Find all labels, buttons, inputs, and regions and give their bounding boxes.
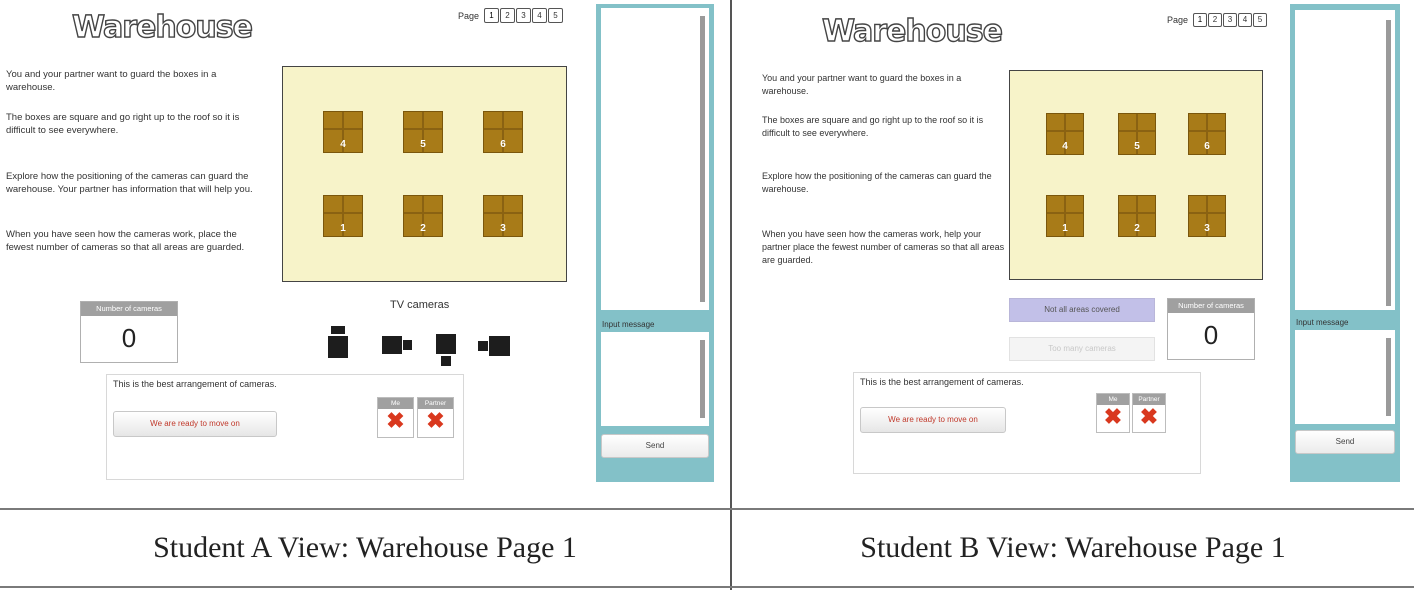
page-5-button[interactable]: 5 bbox=[1253, 13, 1268, 27]
page-navigator: Page 1 2 3 4 5 bbox=[1167, 13, 1268, 27]
send-button[interactable]: Send bbox=[601, 434, 709, 458]
best-arrangement-panel: This is the best arrangement of cameras.… bbox=[106, 374, 464, 480]
vote-me: Me ✖ bbox=[1096, 393, 1130, 433]
page-4-button[interactable]: 4 bbox=[1238, 13, 1253, 27]
box-4: 4 bbox=[1046, 113, 1084, 155]
chat-history-scrollbar[interactable] bbox=[1386, 20, 1391, 306]
message-input[interactable] bbox=[601, 332, 709, 426]
camera-counter-label: Number of cameras bbox=[1168, 299, 1254, 313]
instruction-paragraph: The boxes are square and go right up to … bbox=[6, 112, 240, 136]
box-5: 5 bbox=[403, 111, 443, 153]
cross-icon: ✖ bbox=[1103, 404, 1123, 429]
instruction-paragraph: Explore how the positioning of the camer… bbox=[6, 171, 253, 195]
input-message-label: Input message bbox=[602, 320, 655, 329]
page-2-button[interactable]: 2 bbox=[1208, 13, 1223, 27]
instruction-paragraph: You and your partner want to guard the b… bbox=[762, 73, 962, 96]
app-title: Warehouse bbox=[821, 13, 1003, 49]
best-arrangement-text: This is the best arrangement of cameras. bbox=[860, 377, 1024, 387]
chat-history-scrollbar[interactable] bbox=[700, 16, 705, 302]
vote-partner: Partner ✖ bbox=[1132, 393, 1166, 433]
page-1-button[interactable]: 1 bbox=[484, 8, 500, 23]
page-4-button[interactable]: 4 bbox=[532, 8, 548, 23]
page-2-button[interactable]: 2 bbox=[500, 8, 516, 23]
box-6: 6 bbox=[483, 111, 523, 153]
instruction-paragraph: When you have seen how the cameras work,… bbox=[6, 229, 245, 253]
camera-counter-value: 0 bbox=[121, 323, 137, 353]
box-2: 2 bbox=[403, 195, 443, 237]
box-2: 2 bbox=[1118, 195, 1156, 237]
student-b-view: Warehouse Page 1 2 3 4 5 You and your pa… bbox=[733, 0, 1414, 508]
vote-me: Me ✖ bbox=[377, 397, 414, 438]
input-message-label: Input message bbox=[1296, 318, 1349, 327]
box-6: 6 bbox=[1188, 113, 1226, 155]
page-label: Page bbox=[1167, 15, 1189, 25]
camera-counter: Number of cameras 0 bbox=[80, 301, 178, 363]
ready-to-move-on-button[interactable]: We are ready to move on bbox=[113, 411, 277, 437]
camera-icon[interactable] bbox=[436, 334, 456, 366]
warehouse-floor: 4 5 6 1 2 3 bbox=[1009, 70, 1263, 280]
chat-panel: Input message Send bbox=[1290, 4, 1400, 482]
bottom-border bbox=[0, 586, 1414, 588]
message-input-scrollbar[interactable] bbox=[1386, 338, 1391, 416]
chat-panel: Input message Send bbox=[596, 4, 714, 482]
box-4: 4 bbox=[323, 111, 363, 153]
best-arrangement-text: This is the best arrangement of cameras. bbox=[113, 379, 277, 389]
chat-history bbox=[601, 8, 709, 310]
box-3: 3 bbox=[1188, 195, 1226, 237]
camera-counter-value: 0 bbox=[1203, 320, 1219, 350]
caption-divider bbox=[0, 508, 1414, 510]
coverage-status-button[interactable]: Not all areas covered bbox=[1009, 298, 1155, 322]
page-navigator: Page 1 2 3 4 5 bbox=[458, 8, 564, 23]
camera-icon[interactable] bbox=[382, 336, 412, 354]
cross-icon: ✖ bbox=[426, 408, 445, 433]
vote-partner: Partner ✖ bbox=[417, 397, 454, 438]
warehouse-floor[interactable]: 4 5 6 1 2 3 bbox=[282, 66, 567, 282]
student-a-view: Warehouse Page 1 2 3 4 5 You and your pa… bbox=[0, 0, 730, 508]
camera-icon[interactable] bbox=[328, 326, 348, 358]
tv-cameras-label: TV cameras bbox=[390, 299, 450, 311]
page-3-button[interactable]: 3 bbox=[1223, 13, 1238, 27]
box-1: 1 bbox=[323, 195, 363, 237]
box-3: 3 bbox=[483, 195, 523, 237]
cross-icon: ✖ bbox=[386, 408, 405, 433]
caption-student-a: Student A View: Warehouse Page 1 bbox=[153, 531, 577, 564]
page-1-button[interactable]: 1 bbox=[1193, 13, 1208, 27]
cross-icon: ✖ bbox=[1139, 404, 1159, 429]
message-input[interactable] bbox=[1295, 330, 1395, 424]
panel-divider bbox=[730, 0, 732, 590]
camera-counter: Number of cameras 0 bbox=[1167, 298, 1255, 360]
ready-to-move-on-button[interactable]: We are ready to move on bbox=[860, 407, 1006, 433]
box-1: 1 bbox=[1046, 195, 1084, 237]
caption-student-b: Student B View: Warehouse Page 1 bbox=[860, 531, 1286, 564]
app-title: Warehouse bbox=[71, 9, 253, 45]
page-3-button[interactable]: 3 bbox=[516, 8, 532, 23]
camera-icon[interactable] bbox=[478, 336, 510, 356]
instruction-paragraph: When you have seen how the cameras work,… bbox=[762, 229, 1005, 265]
best-arrangement-panel: This is the best arrangement of cameras.… bbox=[853, 372, 1201, 474]
chat-history bbox=[1295, 10, 1395, 310]
message-input-scrollbar[interactable] bbox=[700, 340, 705, 418]
page-5-button[interactable]: 5 bbox=[548, 8, 564, 23]
instruction-paragraph: Explore how the positioning of the camer… bbox=[762, 171, 992, 194]
box-5: 5 bbox=[1118, 113, 1156, 155]
instruction-paragraph: You and your partner want to guard the b… bbox=[6, 69, 217, 93]
send-button[interactable]: Send bbox=[1295, 430, 1395, 454]
camera-counter-label: Number of cameras bbox=[81, 302, 177, 316]
page-label: Page bbox=[458, 10, 480, 21]
instruction-paragraph: The boxes are square and go right up to … bbox=[762, 115, 984, 138]
too-many-cameras-button: Too many cameras bbox=[1009, 337, 1155, 361]
